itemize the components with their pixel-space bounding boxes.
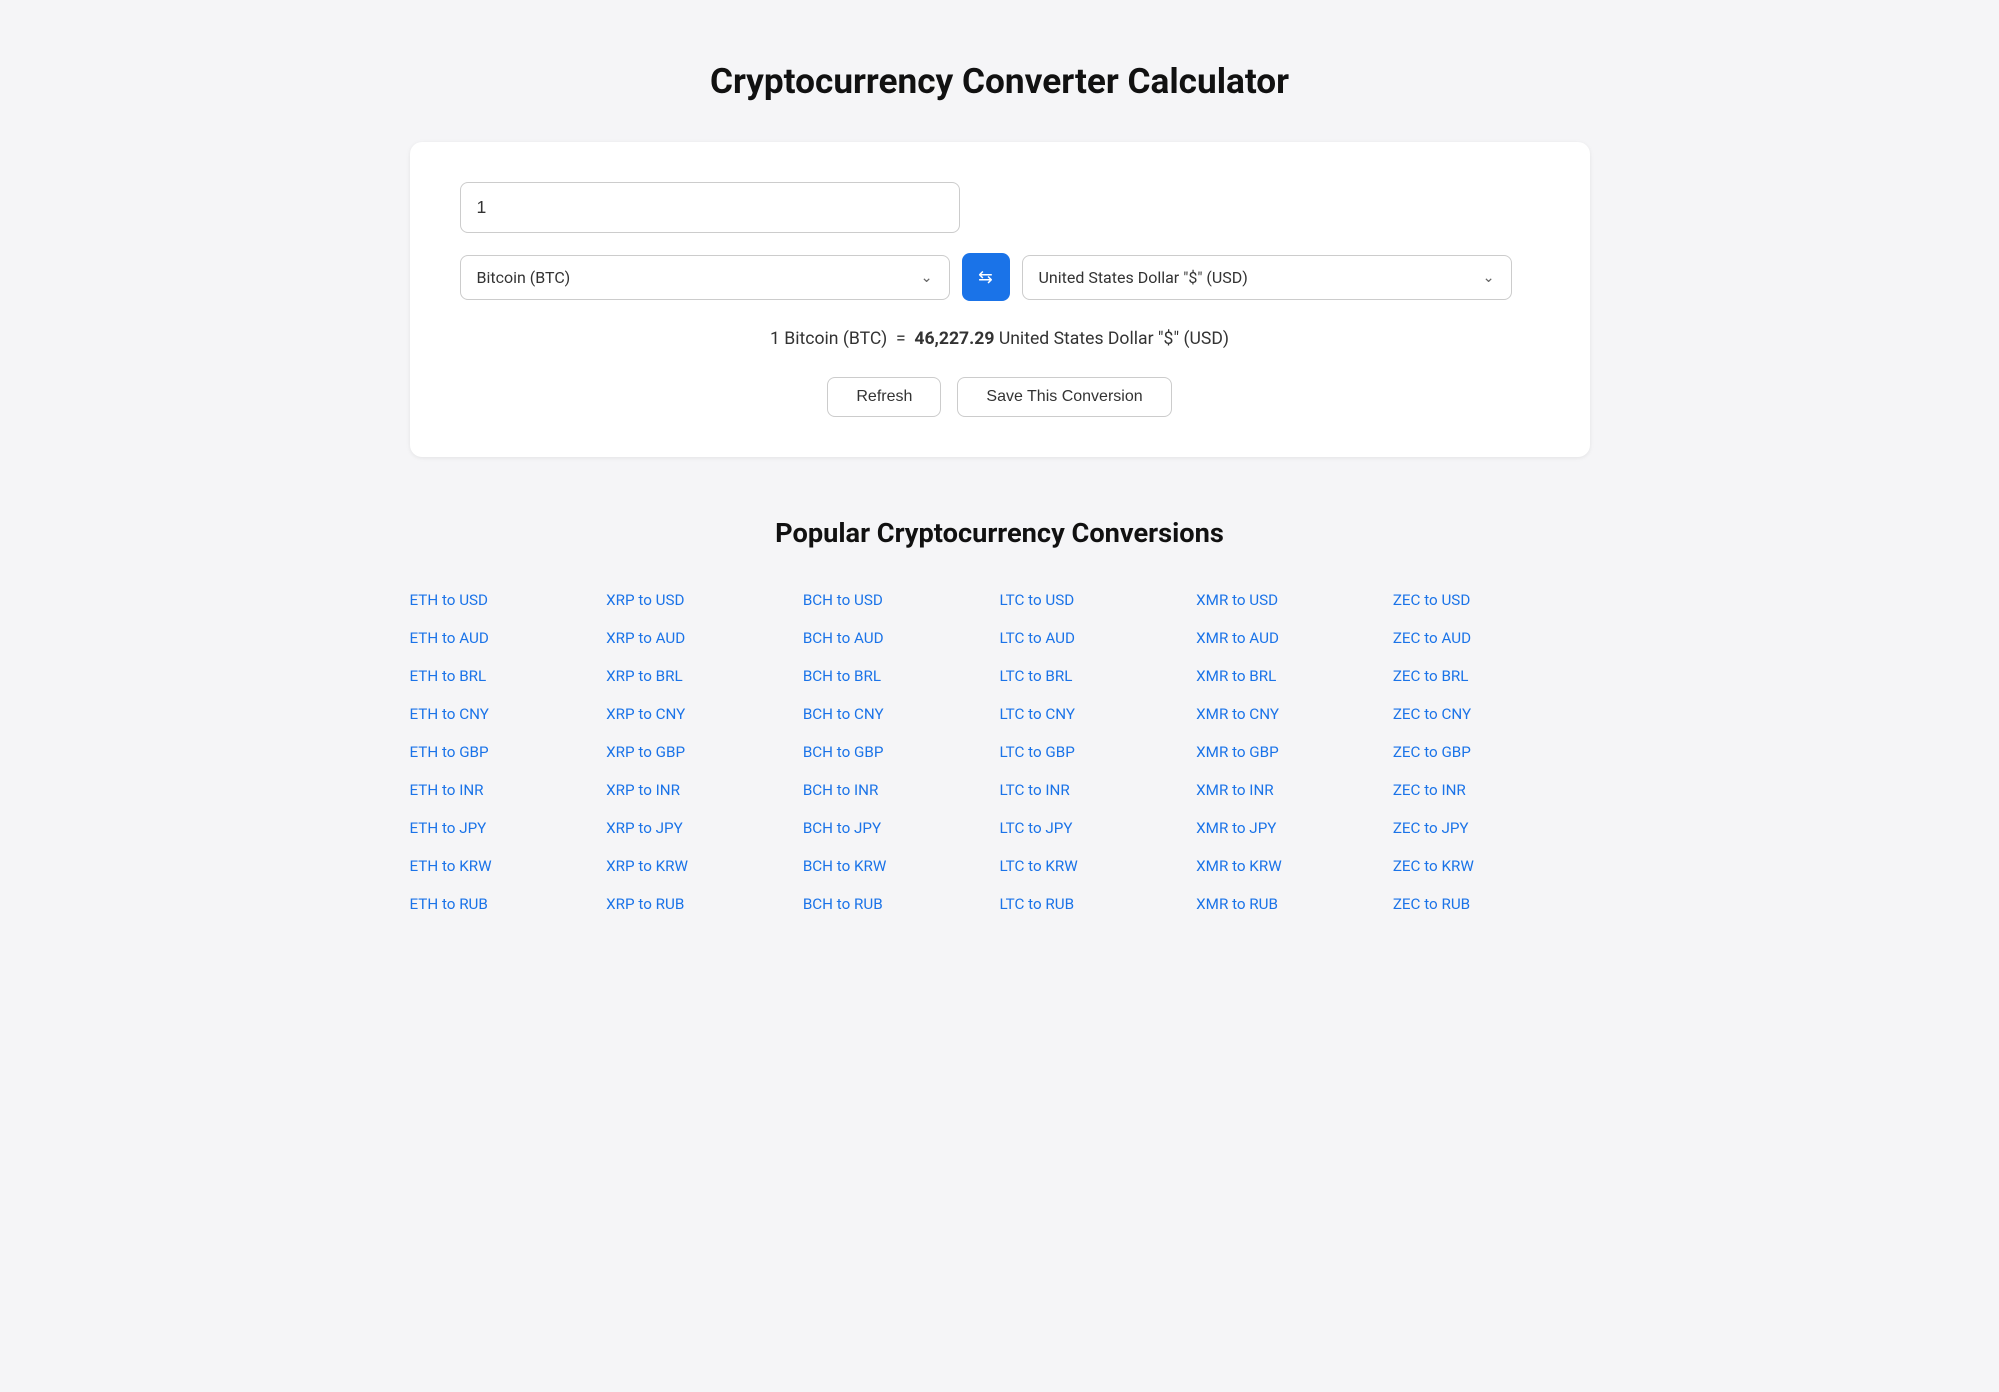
- conversion-link[interactable]: LTC to KRW: [1000, 851, 1197, 881]
- from-currency-chevron-icon: ⌄: [920, 269, 932, 286]
- amount-input[interactable]: [460, 182, 960, 233]
- converter-card: Bitcoin (BTC) ⌄ ⇆ United States Dollar "…: [410, 142, 1590, 457]
- conversion-link[interactable]: ZEC to INR: [1393, 775, 1590, 805]
- popular-title: Popular Cryptocurrency Conversions: [410, 517, 1590, 549]
- conversion-link[interactable]: XMR to KRW: [1196, 851, 1393, 881]
- conversion-link[interactable]: XRP to KRW: [606, 851, 803, 881]
- conversion-link[interactable]: BCH to CNY: [803, 699, 1000, 729]
- conversion-link[interactable]: ETH to INR: [410, 775, 607, 805]
- result-unit: United States Dollar "$" (USD): [999, 329, 1229, 349]
- conversion-link[interactable]: LTC to INR: [1000, 775, 1197, 805]
- conversion-link[interactable]: XMR to GBP: [1196, 737, 1393, 767]
- from-currency-label: Bitcoin (BTC): [477, 268, 921, 287]
- currency-row: Bitcoin (BTC) ⌄ ⇆ United States Dollar "…: [460, 253, 1540, 301]
- conversion-link[interactable]: XMR to USD: [1196, 585, 1393, 615]
- result-from-text: 1 Bitcoin (BTC): [770, 329, 887, 349]
- conversion-link[interactable]: ETH to AUD: [410, 623, 607, 653]
- swap-icon: ⇆: [978, 267, 993, 288]
- conversion-link[interactable]: ZEC to USD: [1393, 585, 1590, 615]
- conversion-link[interactable]: XRP to BRL: [606, 661, 803, 691]
- conversion-link[interactable]: ZEC to AUD: [1393, 623, 1590, 653]
- swap-button[interactable]: ⇆: [962, 253, 1010, 301]
- conversion-link[interactable]: XMR to CNY: [1196, 699, 1393, 729]
- conversion-link[interactable]: XRP to CNY: [606, 699, 803, 729]
- conversion-link[interactable]: ZEC to JPY: [1393, 813, 1590, 843]
- result-row: 1 Bitcoin (BTC) = 46,227.29 United State…: [460, 329, 1540, 349]
- conversion-link[interactable]: XMR to INR: [1196, 775, 1393, 805]
- conversion-link[interactable]: XMR to BRL: [1196, 661, 1393, 691]
- conversion-link[interactable]: BCH to AUD: [803, 623, 1000, 653]
- conversion-link[interactable]: ETH to BRL: [410, 661, 607, 691]
- conversion-link[interactable]: ETH to KRW: [410, 851, 607, 881]
- conversion-link[interactable]: ZEC to BRL: [1393, 661, 1590, 691]
- conversion-link[interactable]: LTC to USD: [1000, 585, 1197, 615]
- conversion-link[interactable]: XRP to RUB: [606, 889, 803, 919]
- result-value: 46,227.29: [914, 329, 994, 349]
- result-equals: =: [896, 329, 906, 349]
- conversion-link[interactable]: BCH to JPY: [803, 813, 1000, 843]
- page-title: Cryptocurrency Converter Calculator: [40, 60, 1959, 102]
- conversion-link[interactable]: ZEC to RUB: [1393, 889, 1590, 919]
- refresh-button[interactable]: Refresh: [827, 377, 941, 417]
- conversion-link[interactable]: ETH to USD: [410, 585, 607, 615]
- conversion-link[interactable]: XMR to AUD: [1196, 623, 1393, 653]
- conversion-link[interactable]: LTC to RUB: [1000, 889, 1197, 919]
- conversion-link[interactable]: BCH to RUB: [803, 889, 1000, 919]
- conversion-link[interactable]: ZEC to CNY: [1393, 699, 1590, 729]
- conversion-link[interactable]: LTC to CNY: [1000, 699, 1197, 729]
- to-currency-selector[interactable]: United States Dollar "$" (USD) ⌄: [1022, 255, 1512, 300]
- conversion-link[interactable]: BCH to USD: [803, 585, 1000, 615]
- conversion-link[interactable]: XRP to INR: [606, 775, 803, 805]
- conversion-link[interactable]: XMR to JPY: [1196, 813, 1393, 843]
- conversion-link[interactable]: LTC to BRL: [1000, 661, 1197, 691]
- conversion-link[interactable]: ETH to GBP: [410, 737, 607, 767]
- conversion-link[interactable]: ZEC to GBP: [1393, 737, 1590, 767]
- from-currency-selector[interactable]: Bitcoin (BTC) ⌄: [460, 255, 950, 300]
- conversion-link[interactable]: BCH to KRW: [803, 851, 1000, 881]
- conversion-link[interactable]: ETH to CNY: [410, 699, 607, 729]
- conversion-link[interactable]: BCH to BRL: [803, 661, 1000, 691]
- conversion-link[interactable]: BCH to GBP: [803, 737, 1000, 767]
- to-currency-chevron-icon: ⌄: [1482, 269, 1494, 286]
- save-conversion-button[interactable]: Save This Conversion: [957, 377, 1171, 417]
- conversion-link[interactable]: XRP to USD: [606, 585, 803, 615]
- conversion-link[interactable]: LTC to GBP: [1000, 737, 1197, 767]
- conversion-link[interactable]: ZEC to KRW: [1393, 851, 1590, 881]
- conversions-grid: ETH to USDXRP to USDBCH to USDLTC to USD…: [410, 585, 1590, 919]
- conversion-link[interactable]: LTC to AUD: [1000, 623, 1197, 653]
- conversion-link[interactable]: BCH to INR: [803, 775, 1000, 805]
- popular-section: Popular Cryptocurrency Conversions ETH t…: [410, 517, 1590, 919]
- conversion-link[interactable]: XMR to RUB: [1196, 889, 1393, 919]
- conversion-link[interactable]: ETH to RUB: [410, 889, 607, 919]
- conversion-link[interactable]: XRP to AUD: [606, 623, 803, 653]
- conversion-link[interactable]: XRP to JPY: [606, 813, 803, 843]
- conversion-link[interactable]: ETH to JPY: [410, 813, 607, 843]
- to-currency-label: United States Dollar "$" (USD): [1039, 268, 1483, 287]
- conversion-link[interactable]: LTC to JPY: [1000, 813, 1197, 843]
- actions-row: Refresh Save This Conversion: [460, 377, 1540, 417]
- conversion-link[interactable]: XRP to GBP: [606, 737, 803, 767]
